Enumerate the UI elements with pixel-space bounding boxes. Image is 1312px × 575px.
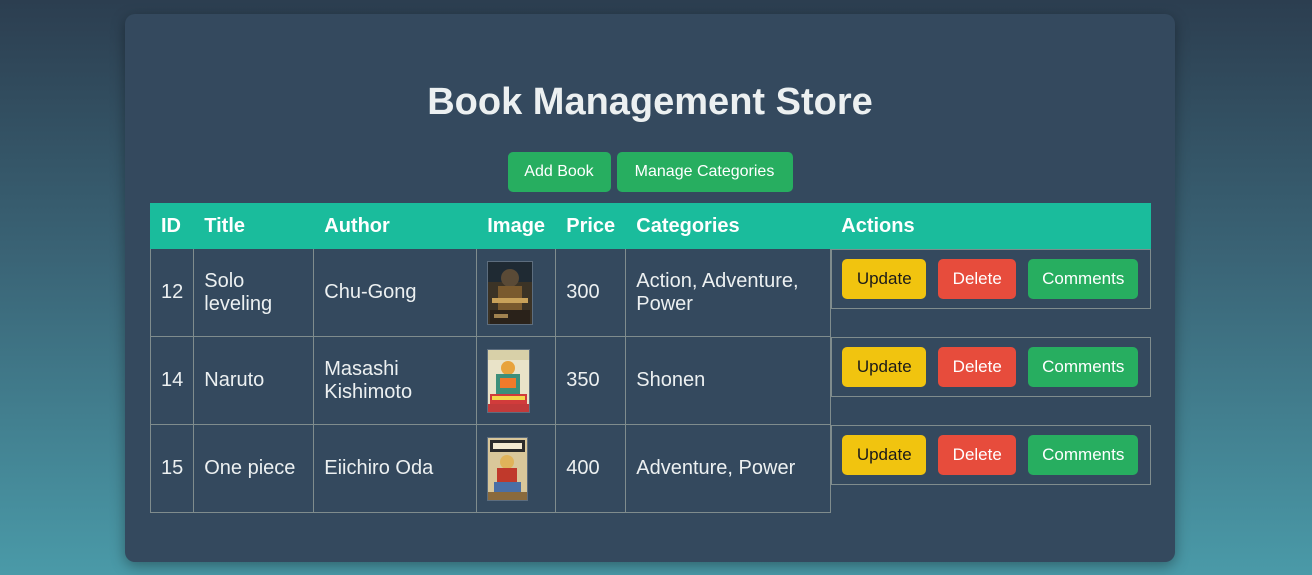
header-actions: Actions — [830, 203, 1152, 249]
toolbar: Add Book Manage Categories — [125, 152, 1175, 192]
row-actions: Update Delete Comments — [831, 249, 1151, 309]
cell-title: Naruto — [193, 336, 315, 425]
update-button[interactable]: Update — [842, 259, 927, 299]
header-author: Author — [313, 203, 478, 249]
add-book-button[interactable]: Add Book — [507, 152, 611, 192]
cell-categories: Shonen — [625, 336, 832, 425]
cell-price: 400 — [555, 424, 627, 513]
cell-id: 15 — [149, 424, 195, 513]
cell-price: 350 — [555, 336, 627, 425]
update-button[interactable]: Update — [842, 346, 927, 387]
row-actions: Update Delete Comments — [831, 424, 1151, 485]
book-cover-image — [487, 348, 531, 413]
cell-image — [476, 248, 557, 337]
cell-author: Masashi Kishimoto — [313, 336, 478, 425]
update-button[interactable]: Update — [842, 434, 927, 475]
comments-button[interactable]: Comments — [1028, 434, 1139, 475]
table-row: 15 One piece Eiichiro Oda 400 Adventure,… — [149, 424, 1151, 513]
row-actions: Update Delete Comments — [831, 336, 1151, 397]
cell-id: 12 — [149, 248, 195, 337]
cell-author: Eiichiro Oda — [313, 424, 478, 513]
books-table: ID Title Author Image Price Categories A… — [149, 203, 1152, 513]
cell-author: Chu-Gong — [313, 248, 478, 337]
delete-button[interactable]: Delete — [938, 259, 1017, 299]
header-categories: Categories — [625, 203, 832, 249]
cell-categories: Adventure, Power — [625, 424, 832, 513]
comments-button[interactable]: Comments — [1028, 346, 1139, 387]
main-card: Book Management Store Add Book Manage Ca… — [125, 14, 1175, 562]
header-price: Price — [555, 203, 627, 249]
cell-image — [476, 336, 557, 425]
cell-categories: Action, Adventure, Power — [625, 248, 832, 337]
table-header-row: ID Title Author Image Price Categories A… — [149, 203, 1152, 249]
book-cover-image — [487, 260, 534, 325]
cell-title: One piece — [193, 424, 315, 513]
table-row: 12 Solo leveling Chu-Gong 300 Action, Ad… — [149, 248, 1151, 337]
delete-button[interactable]: Delete — [938, 434, 1017, 475]
comments-button[interactable]: Comments — [1028, 259, 1139, 299]
cell-actions: Update Delete Comments — [831, 249, 1151, 337]
page-title: Book Management Store — [427, 81, 873, 123]
manage-categories-button[interactable]: Manage Categories — [616, 152, 793, 192]
header-title: Title — [193, 203, 315, 249]
cell-id: 14 — [149, 336, 195, 425]
book-cover-image — [487, 436, 529, 501]
header-image: Image — [476, 203, 557, 249]
cell-title: Solo leveling — [193, 248, 315, 337]
cell-image — [476, 424, 557, 513]
table-row: 14 Naruto Masashi Kishimoto 350 Shonen U… — [149, 336, 1151, 425]
header-id: ID — [149, 203, 195, 249]
delete-button[interactable]: Delete — [938, 346, 1017, 387]
cell-actions: Update Delete Comments — [831, 424, 1151, 513]
cell-actions: Update Delete Comments — [831, 336, 1151, 425]
cell-price: 300 — [555, 248, 627, 337]
